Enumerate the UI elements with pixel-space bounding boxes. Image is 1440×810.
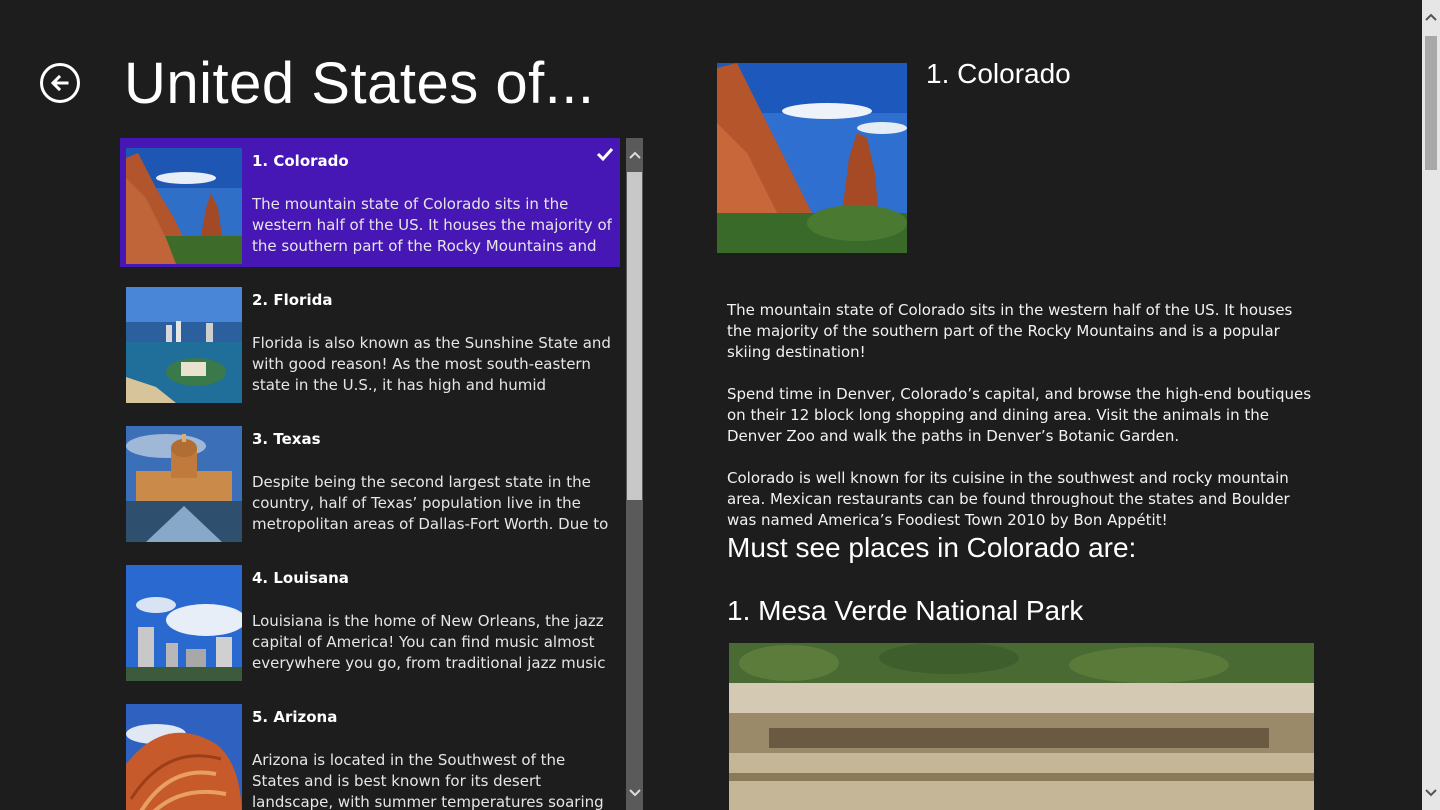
page-scroll-down-button[interactable]: [1422, 776, 1440, 810]
place-heading: 1. Mesa Verde National Park: [727, 595, 1084, 626]
item-thumbnail: [126, 565, 242, 681]
back-button[interactable]: [40, 63, 80, 103]
item-description: The mountain state of Colorado sits in t…: [252, 195, 612, 255]
item-title: 1. Colorado: [252, 152, 349, 170]
item-description: Arizona is located in the Southwest of t…: [252, 751, 604, 810]
section-heading: Must see places in Colorado are:: [727, 532, 1137, 563]
checkmark-icon: [596, 147, 614, 162]
item-thumbnail: [126, 287, 242, 403]
back-arrow-icon: [50, 74, 69, 92]
list-item[interactable]: 3. Texas Despite being the second larges…: [120, 416, 620, 545]
detail-title: 1. Colorado: [926, 58, 1071, 89]
detail-paragraph: Colorado is well known for its cuisine i…: [727, 469, 1290, 529]
item-description: Louisiana is the home of New Orleans, th…: [252, 612, 606, 672]
list-item[interactable]: 2. Florida Florida is also known as the …: [120, 277, 620, 406]
detail-body: The mountain state of Colorado sits in t…: [727, 300, 1317, 552]
page-scroll-up-button[interactable]: [1422, 0, 1440, 34]
list-scrollbar[interactable]: [626, 138, 643, 810]
chevron-up-icon: [1425, 13, 1437, 21]
detail-image: [717, 63, 907, 253]
page-scrollbar-thumb[interactable]: [1425, 36, 1437, 170]
chevron-up-icon: [628, 151, 641, 159]
place-image: [729, 643, 1314, 810]
page-title: United States of...: [124, 51, 595, 116]
item-title: 2. Florida: [252, 291, 333, 309]
item-thumbnail: [126, 426, 242, 542]
detail-paragraph: The mountain state of Colorado sits in t…: [727, 301, 1293, 361]
list-item[interactable]: 5. Arizona Arizona is located in the Sou…: [120, 694, 620, 810]
detail-paragraph: Spend time in Denver, Colorado’s capital…: [727, 385, 1312, 445]
scrollbar-thumb[interactable]: [627, 172, 642, 500]
item-description: Florida is also known as the Sunshine St…: [252, 334, 611, 394]
list-item[interactable]: 4. Louisana Louisiana is the home of New…: [120, 555, 620, 684]
item-title: 3. Texas: [252, 430, 321, 448]
item-title: 5. Arizona: [252, 708, 338, 726]
chevron-down-icon: [628, 789, 641, 797]
page-scrollbar[interactable]: [1422, 0, 1440, 810]
chevron-down-icon: [1425, 789, 1437, 797]
item-thumbnail: [126, 704, 242, 810]
item-thumbnail: [126, 148, 242, 264]
item-title: 4. Louisana: [252, 569, 349, 587]
scroll-up-button[interactable]: [626, 138, 643, 172]
scroll-down-button[interactable]: [626, 776, 643, 810]
item-description: Despite being the second largest state i…: [252, 473, 609, 533]
state-list: 1. Colorado The mountain state of Colora…: [120, 138, 620, 810]
list-item[interactable]: 1. Colorado The mountain state of Colora…: [120, 138, 620, 267]
